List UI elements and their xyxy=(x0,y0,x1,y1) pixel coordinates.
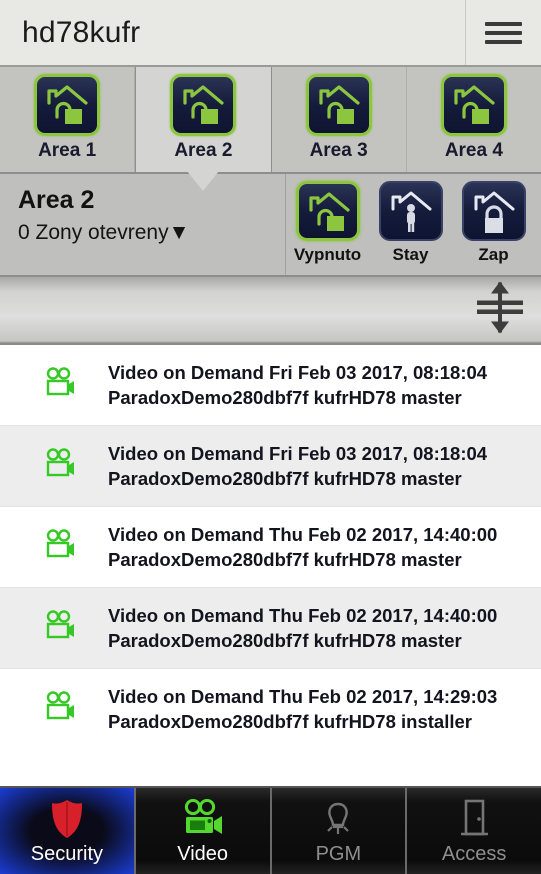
shield-icon xyxy=(47,797,87,841)
nav-item-pgm[interactable]: PGM xyxy=(271,788,408,874)
video-camera-icon xyxy=(44,447,78,485)
event-text: Video on Demand Thu Feb 02 2017, 14:29:0… xyxy=(108,684,497,734)
vertical-resize-handle-icon[interactable] xyxy=(473,279,527,342)
event-line-2: ParadoxDemo280dbf7f kufrHD78 master xyxy=(108,468,462,489)
nav-item-label: Security xyxy=(30,842,103,865)
nav-item-label: Access xyxy=(441,842,507,865)
nav-item-label: PGM xyxy=(315,842,362,865)
area-tab-1[interactable]: Area 1 xyxy=(0,67,136,172)
event-list[interactable]: Video on Demand Fri Feb 03 2017, 08:18:0… xyxy=(0,345,541,741)
event-line-2: ParadoxDemo280dbf7f kufrHD78 master xyxy=(108,387,462,408)
house-open-lock-icon xyxy=(34,74,101,136)
area-title: Area 2 xyxy=(18,186,95,214)
video-camera-icon xyxy=(44,366,78,404)
house-open-lock-icon xyxy=(305,74,372,136)
video-camera-icon xyxy=(44,528,78,566)
list-item[interactable]: Video on Demand Fri Feb 03 2017, 08:18:0… xyxy=(0,426,541,507)
house-closed-lock-icon xyxy=(461,181,526,241)
panel-divider-bar xyxy=(0,277,541,345)
area-info: Area 2 0 Zony otevreny▼ xyxy=(0,174,285,245)
event-text: Video on Demand Thu Feb 02 2017, 14:40:0… xyxy=(108,603,497,653)
video-camera-icon xyxy=(44,609,78,647)
area-tab-bar: Area 1 Area 2 Area 3 Area 4 xyxy=(0,67,541,191)
area-tab-3[interactable]: Area 3 xyxy=(272,67,407,172)
door-icon xyxy=(455,797,493,841)
arm-button-label: Vypnuto xyxy=(293,245,362,264)
nav-item-video[interactable]: Video xyxy=(135,788,272,874)
arm-button-stay[interactable]: Stay xyxy=(369,174,452,265)
list-item[interactable]: Video on Demand Thu Feb 02 2017, 14:40:0… xyxy=(0,588,541,669)
area-tab-label: Area 4 xyxy=(444,140,503,161)
area-tab-label: Area 3 xyxy=(309,140,368,161)
video-camera-icon xyxy=(180,797,226,841)
list-item[interactable]: Video on Demand Thu Feb 02 2017, 14:40:0… xyxy=(0,507,541,588)
event-text: Video on Demand Fri Feb 03 2017, 08:18:0… xyxy=(108,441,487,491)
list-item[interactable]: Video on Demand Thu Feb 02 2017, 14:29:0… xyxy=(0,669,541,741)
event-line-1: Video on Demand Fri Feb 03 2017, 08:18:0… xyxy=(108,362,488,383)
event-line-2: ParadoxDemo280dbf7f kufrHD78 installer xyxy=(108,711,472,732)
nav-item-access[interactable]: Access xyxy=(407,788,541,874)
arm-button-label: Zap xyxy=(478,245,509,264)
event-line-1: Video on Demand Fri Feb 03 2017, 08:18:0… xyxy=(108,443,488,464)
event-line-1: Video on Demand Thu Feb 02 2017, 14:40:0… xyxy=(108,524,498,545)
house-person-icon xyxy=(378,181,443,241)
area-tab-2[interactable]: Area 2 xyxy=(135,67,272,191)
title-bar: hd78kufr xyxy=(0,0,541,67)
page-title: hd78kufr xyxy=(22,15,141,49)
area-status-panel: Area 2 0 Zony otevreny▼ Vypnuto Stay Zap xyxy=(0,172,541,277)
house-open-lock-icon xyxy=(295,181,360,241)
house-open-lock-icon xyxy=(170,74,237,136)
nav-item-security[interactable]: Security xyxy=(0,788,136,874)
event-line-2: ParadoxDemo280dbf7f kufrHD78 master xyxy=(108,630,462,651)
arm-button-arm[interactable]: Zap xyxy=(452,174,535,265)
zones-status-dropdown[interactable]: 0 Zony otevreny▼ xyxy=(18,221,285,245)
event-line-2: ParadoxDemo280dbf7f kufrHD78 master xyxy=(108,549,462,570)
zones-status-label: 0 Zony otevreny xyxy=(18,221,169,244)
area-tab-label: Area 1 xyxy=(38,140,97,161)
video-camera-icon xyxy=(44,690,78,728)
house-open-lock-icon xyxy=(440,74,507,136)
selected-tab-pointer xyxy=(187,171,220,191)
area-tab-4[interactable]: Area 4 xyxy=(407,67,541,172)
list-item[interactable]: Video on Demand Fri Feb 03 2017, 08:18:0… xyxy=(0,345,541,426)
event-text: Video on Demand Fri Feb 03 2017, 08:18:0… xyxy=(108,360,487,410)
area-tab-label: Area 2 xyxy=(174,140,233,161)
event-line-1: Video on Demand Thu Feb 02 2017, 14:29:0… xyxy=(108,686,498,707)
chevron-down-icon: ▼ xyxy=(168,221,190,244)
event-line-1: Video on Demand Thu Feb 02 2017, 14:40:0… xyxy=(108,605,498,626)
arm-button-disarm[interactable]: Vypnuto xyxy=(286,174,369,265)
event-text: Video on Demand Thu Feb 02 2017, 14:40:0… xyxy=(108,522,497,572)
hamburger-menu-button[interactable] xyxy=(465,0,541,65)
light-bulb-icon xyxy=(317,797,359,841)
arm-button-label: Stay xyxy=(392,245,429,264)
nav-item-label: Video xyxy=(177,842,229,865)
bottom-navigation-bar: Security Video PGM Access xyxy=(0,786,541,874)
hamburger-menu-icon xyxy=(485,17,522,49)
arm-mode-buttons: Vypnuto Stay Zap xyxy=(285,174,541,275)
